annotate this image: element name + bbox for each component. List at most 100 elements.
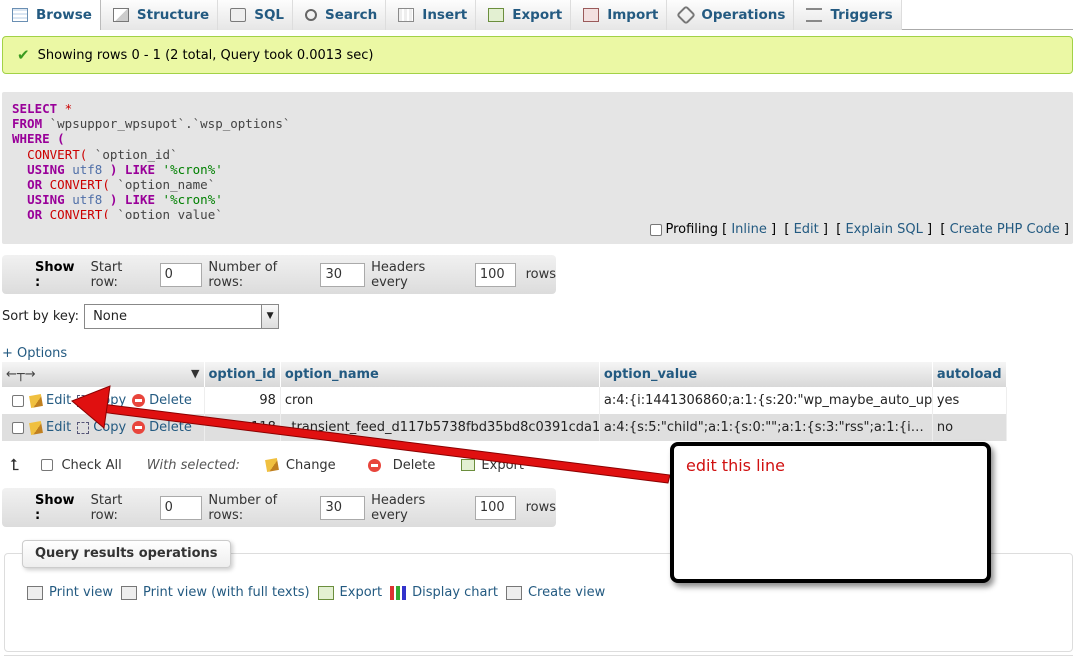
sql-keyword: LIKE: [124, 192, 156, 208]
delete-row-link[interactable]: Delete: [149, 393, 192, 408]
display-chart-link[interactable]: Display chart: [390, 585, 498, 600]
tab-triggers[interactable]: Triggers: [794, 0, 902, 30]
cell-option-value[interactable]: a:4:{s:5:"child";a:1:{s:0:"";a:1:{s:3:"r…: [599, 414, 933, 441]
tab-structure[interactable]: Structure: [100, 0, 219, 30]
sort-by-key-label: Sort by key:: [2, 309, 80, 324]
import-icon: [583, 8, 600, 22]
create-view-link[interactable]: Create view: [505, 585, 605, 600]
sort-by-key-select[interactable]: None ▼: [84, 304, 280, 329]
sql-function: CONVERT(: [42, 207, 110, 219]
tab-insert[interactable]: Insert: [386, 0, 477, 30]
print-view-full-link[interactable]: Print view (with full texts): [120, 585, 310, 600]
delete-row-link[interactable]: Delete: [149, 420, 192, 435]
copy-icon: [77, 421, 90, 434]
cell-option-id[interactable]: 98: [204, 387, 281, 414]
pencil-icon: [29, 420, 43, 435]
headers-every-input[interactable]: 100: [474, 495, 516, 520]
row-actions: Edit Copy Delete: [2, 387, 205, 414]
cell-autoload[interactable]: yes: [932, 387, 1007, 414]
column-header-option-name[interactable]: option_name: [280, 362, 600, 387]
table-row: Edit Copy Delete 118 _transient_feed_d117b…: [2, 414, 1007, 441]
export-label: Export: [339, 585, 383, 600]
navigation-bar-top: Show : Start row: 0 Number of rows: 30 H…: [2, 255, 556, 294]
check-all-checkbox[interactable]: [41, 459, 54, 471]
show-button[interactable]: Show :: [35, 260, 83, 290]
sql-token: (: [49, 131, 65, 147]
explain-sql-link[interactable]: Explain SQL: [845, 222, 922, 237]
sql-token: ): [102, 161, 125, 177]
sql-token: `option_name`: [109, 177, 216, 193]
copy-row-link[interactable]: Copy: [93, 420, 126, 435]
view-icon: [505, 585, 522, 600]
row-checkbox[interactable]: [12, 421, 24, 434]
bulk-export-button[interactable]: Export: [481, 458, 524, 473]
bulk-delete-button[interactable]: Delete: [393, 458, 436, 473]
tab-search[interactable]: Search: [293, 0, 387, 30]
results-table: ←┬→ ▼ option_id option_name option_value …: [2, 362, 1007, 441]
number-of-rows-input[interactable]: 30: [320, 495, 366, 520]
column-resize-handle[interactable]: ←┬→ ▼: [2, 362, 205, 387]
number-of-rows-label: Number of rows:: [208, 492, 278, 523]
sql-charset: utf8: [64, 161, 103, 177]
insert-icon: [398, 8, 415, 22]
sql-keyword: FROM: [12, 116, 43, 132]
cell-option-name[interactable]: _transient_feed_d117b5738fbd35bd8c0391cd…: [280, 414, 600, 441]
sql-token: `wpsuppor_wpsupot`.`wsp_options`: [42, 116, 291, 132]
annotation-text: edit this line: [686, 456, 785, 475]
edit-row-link[interactable]: Edit: [46, 393, 71, 408]
cell-option-id[interactable]: 118: [204, 414, 281, 441]
tab-import[interactable]: Import: [571, 0, 668, 30]
tab-label: Insert: [422, 7, 468, 23]
sql-charset: utf8: [64, 192, 103, 208]
column-header-autoload[interactable]: autoload: [932, 362, 1007, 387]
resize-columns-icon: ←┬→: [6, 367, 36, 382]
success-message: ✔ Showing rows 0 - 1 (2 total, Query too…: [2, 36, 1073, 74]
tab-browse[interactable]: Browse: [0, 0, 101, 30]
delete-icon: [367, 458, 381, 472]
start-row-input[interactable]: 0: [159, 262, 203, 287]
structure-icon: [112, 8, 129, 22]
cell-autoload[interactable]: no: [932, 414, 1007, 441]
divider: [4, 655, 1073, 656]
export-icon: [317, 585, 334, 600]
cell-option-name[interactable]: cron: [280, 387, 600, 414]
cell-option-value[interactable]: a:4:{i:1441306860;a:1:{s:20:"wp_maybe_au…: [599, 387, 933, 414]
sql-token: ): [102, 192, 125, 208]
row-actions: Edit Copy Delete: [2, 414, 205, 441]
print-view-link[interactable]: Print view: [27, 585, 113, 600]
delete-icon: [132, 421, 146, 434]
check-all-label[interactable]: Check All: [61, 458, 121, 473]
start-row-input[interactable]: 0: [159, 495, 203, 520]
tab-export[interactable]: Export: [476, 0, 572, 30]
copy-row-link[interactable]: Copy: [93, 393, 126, 408]
sql-toolbar: Profiling [ Inline ] [ Edit ] [ Explain …: [650, 222, 1069, 237]
printer-icon: [120, 585, 137, 600]
search-icon: [305, 9, 318, 21]
number-of-rows-input[interactable]: 30: [320, 262, 366, 287]
inline-edit-link[interactable]: Inline: [731, 222, 767, 237]
delete-icon: [132, 394, 146, 407]
tab-label: Structure: [136, 7, 210, 23]
export-link[interactable]: Export: [317, 585, 383, 600]
edit-query-link[interactable]: Edit: [794, 222, 819, 237]
tab-sql[interactable]: SQL: [218, 0, 294, 30]
rows-label: rows: [525, 267, 556, 282]
options-link[interactable]: + Options: [2, 346, 67, 361]
column-header-option-value[interactable]: option_value: [599, 362, 933, 387]
row-checkbox[interactable]: [12, 394, 24, 407]
column-header-option-id[interactable]: option_id: [204, 362, 281, 387]
export-icon: [488, 8, 505, 22]
headers-every-input[interactable]: 100: [474, 262, 516, 287]
create-php-code-link[interactable]: Create PHP Code: [950, 222, 1060, 237]
sql-code[interactable]: SELECT * FROM `wpsuppor_wpsupot`.`wsp_op…: [12, 101, 1062, 219]
sql-keyword: OR: [27, 207, 43, 219]
profiling-checkbox[interactable]: [650, 223, 663, 236]
show-button[interactable]: Show :: [35, 493, 83, 523]
tab-operations[interactable]: Operations: [667, 0, 795, 30]
edit-row-link[interactable]: Edit: [46, 420, 71, 435]
print-view-label: Print view: [49, 585, 113, 600]
sql-string: '%cron%': [155, 192, 223, 208]
sql-keyword: OR: [27, 177, 43, 193]
table-row: Edit Copy Delete 98 cron a:4:{i:1441306860…: [2, 387, 1007, 414]
change-button[interactable]: Change: [286, 458, 336, 473]
